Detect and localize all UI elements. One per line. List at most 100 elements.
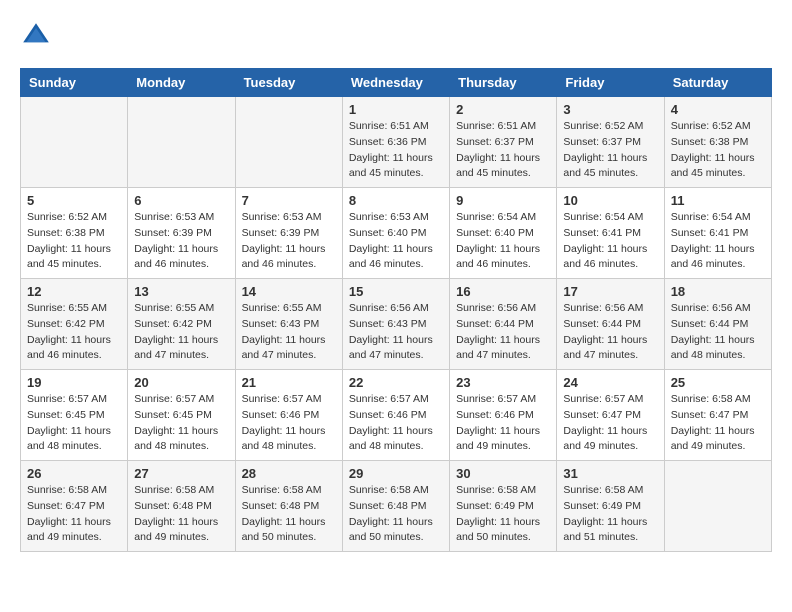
- logo-icon: [20, 20, 52, 52]
- calendar-cell: 28 Sunrise: 6:58 AMSunset: 6:48 PMDayligh…: [235, 461, 342, 552]
- day-info: Sunrise: 6:51 AMSunset: 6:36 PMDaylight:…: [349, 119, 443, 182]
- page-header: [20, 20, 772, 52]
- calendar-cell: 22 Sunrise: 6:57 AMSunset: 6:46 PMDayligh…: [342, 370, 449, 461]
- calendar-header: SundayMondayTuesdayWednesdayThursdayFrid…: [21, 69, 772, 97]
- day-number: 17: [563, 284, 657, 299]
- day-number: 22: [349, 375, 443, 390]
- day-info: Sunrise: 6:57 AMSunset: 6:46 PMDaylight:…: [456, 392, 550, 455]
- day-number: 4: [671, 102, 765, 117]
- day-info: Sunrise: 6:58 AMSunset: 6:47 PMDaylight:…: [671, 392, 765, 455]
- day-number: 19: [27, 375, 121, 390]
- day-info: Sunrise: 6:55 AMSunset: 6:43 PMDaylight:…: [242, 301, 336, 364]
- day-info: Sunrise: 6:54 AMSunset: 6:40 PMDaylight:…: [456, 210, 550, 273]
- day-info: Sunrise: 6:51 AMSunset: 6:37 PMDaylight:…: [456, 119, 550, 182]
- day-info: Sunrise: 6:57 AMSunset: 6:46 PMDaylight:…: [349, 392, 443, 455]
- header-row: SundayMondayTuesdayWednesdayThursdayFrid…: [21, 69, 772, 97]
- calendar-cell: 2Sunrise: 6:51 AMSunset: 6:37 PMDaylight…: [450, 97, 557, 188]
- day-of-week-header: Monday: [128, 69, 235, 97]
- day-number: 3: [563, 102, 657, 117]
- calendar-cell: 10Sunrise: 6:54 AMSunset: 6:41 PMDayligh…: [557, 188, 664, 279]
- day-number: 25: [671, 375, 765, 390]
- calendar-cell: 30 Sunrise: 6:58 AMSunset: 6:49 PMDayligh…: [450, 461, 557, 552]
- calendar-cell: 17 Sunrise: 6:56 AMSunset: 6:44 PMDayligh…: [557, 279, 664, 370]
- day-info: Sunrise: 6:53 AMSunset: 6:39 PMDaylight:…: [242, 210, 336, 273]
- calendar-week-row: 26Sunrise: 6:58 AMSunset: 6:47 PMDayligh…: [21, 461, 772, 552]
- calendar-week-row: 19Sunrise: 6:57 AMSunset: 6:45 PMDayligh…: [21, 370, 772, 461]
- calendar-cell: 1 Sunrise: 6:51 AMSunset: 6:36 PMDaylight…: [342, 97, 449, 188]
- calendar-cell: [664, 461, 771, 552]
- calendar-week-row: 5 Sunrise: 6:52 AMSunset: 6:38 PMDaylight…: [21, 188, 772, 279]
- day-number: 9: [456, 193, 550, 208]
- day-number: 30: [456, 466, 550, 481]
- day-info: Sunrise: 6:58 AMSunset: 6:49 PMDaylight:…: [456, 483, 550, 546]
- calendar-cell: 9 Sunrise: 6:54 AMSunset: 6:40 PMDaylight…: [450, 188, 557, 279]
- day-number: 21: [242, 375, 336, 390]
- day-of-week-header: Saturday: [664, 69, 771, 97]
- calendar-cell: 31 Sunrise: 6:58 AMSunset: 6:49 PMDayligh…: [557, 461, 664, 552]
- calendar-table: SundayMondayTuesdayWednesdayThursdayFrid…: [20, 68, 772, 552]
- calendar-cell: 23 Sunrise: 6:57 AMSunset: 6:46 PMDayligh…: [450, 370, 557, 461]
- day-number: 29: [349, 466, 443, 481]
- day-number: 18: [671, 284, 765, 299]
- day-info: Sunrise: 6:58 AMSunset: 6:48 PMDaylight:…: [134, 483, 228, 546]
- calendar-week-row: 12 Sunrise: 6:55 AMSunset: 6:42 PMDayligh…: [21, 279, 772, 370]
- day-number: 5: [27, 193, 121, 208]
- day-number: 24: [563, 375, 657, 390]
- day-number: 1: [349, 102, 443, 117]
- calendar-cell: 18 Sunrise: 6:56 AMSunset: 6:44 PMDayligh…: [664, 279, 771, 370]
- calendar-cell: 8 Sunrise: 6:53 AMSunset: 6:40 PMDaylight…: [342, 188, 449, 279]
- calendar-cell: 3 Sunrise: 6:52 AMSunset: 6:37 PMDaylight…: [557, 97, 664, 188]
- calendar-cell: 7 Sunrise: 6:53 AMSunset: 6:39 PMDaylight…: [235, 188, 342, 279]
- day-number: 16: [456, 284, 550, 299]
- calendar-cell: 13 Sunrise: 6:55 AMSunset: 6:42 PMDayligh…: [128, 279, 235, 370]
- day-info: Sunrise: 6:58 AMSunset: 6:47 PMDaylight:…: [27, 483, 121, 546]
- day-number: 13: [134, 284, 228, 299]
- calendar-cell: 21Sunrise: 6:57 AMSunset: 6:46 PMDayligh…: [235, 370, 342, 461]
- day-info: Sunrise: 6:58 AMSunset: 6:48 PMDaylight:…: [242, 483, 336, 546]
- logo: [20, 20, 56, 52]
- day-info: Sunrise: 6:56 AMSunset: 6:44 PMDaylight:…: [456, 301, 550, 364]
- calendar-cell: 5 Sunrise: 6:52 AMSunset: 6:38 PMDaylight…: [21, 188, 128, 279]
- calendar-cell: 16 Sunrise: 6:56 AMSunset: 6:44 PMDayligh…: [450, 279, 557, 370]
- day-info: Sunrise: 6:57 AMSunset: 6:47 PMDaylight:…: [563, 392, 657, 455]
- calendar-cell: 19Sunrise: 6:57 AMSunset: 6:45 PMDayligh…: [21, 370, 128, 461]
- day-of-week-header: Sunday: [21, 69, 128, 97]
- day-number: 28: [242, 466, 336, 481]
- calendar-cell: 14 Sunrise: 6:55 AMSunset: 6:43 PMDayligh…: [235, 279, 342, 370]
- calendar-cell: [21, 97, 128, 188]
- day-of-week-header: Thursday: [450, 69, 557, 97]
- day-number: 23: [456, 375, 550, 390]
- day-info: Sunrise: 6:56 AMSunset: 6:44 PMDaylight:…: [563, 301, 657, 364]
- calendar-cell: [235, 97, 342, 188]
- day-info: Sunrise: 6:55 AMSunset: 6:42 PMDaylight:…: [134, 301, 228, 364]
- day-info: Sunrise: 6:58 AMSunset: 6:49 PMDaylight:…: [563, 483, 657, 546]
- calendar-cell: 25 Sunrise: 6:58 AMSunset: 6:47 PMDayligh…: [664, 370, 771, 461]
- calendar-body: 1 Sunrise: 6:51 AMSunset: 6:36 PMDaylight…: [21, 97, 772, 552]
- day-number: 10: [563, 193, 657, 208]
- day-info: Sunrise: 6:56 AMSunset: 6:43 PMDaylight:…: [349, 301, 443, 364]
- day-number: 11: [671, 193, 765, 208]
- day-info: Sunrise: 6:52 AMSunset: 6:37 PMDaylight:…: [563, 119, 657, 182]
- day-of-week-header: Friday: [557, 69, 664, 97]
- day-info: Sunrise: 6:53 AMSunset: 6:40 PMDaylight:…: [349, 210, 443, 273]
- calendar-cell: 15 Sunrise: 6:56 AMSunset: 6:43 PMDayligh…: [342, 279, 449, 370]
- calendar-cell: 24 Sunrise: 6:57 AMSunset: 6:47 PMDayligh…: [557, 370, 664, 461]
- day-number: 20: [134, 375, 228, 390]
- calendar-cell: 12 Sunrise: 6:55 AMSunset: 6:42 PMDayligh…: [21, 279, 128, 370]
- day-number: 12: [27, 284, 121, 299]
- day-number: 6: [134, 193, 228, 208]
- day-number: 27: [134, 466, 228, 481]
- calendar-cell: 26Sunrise: 6:58 AMSunset: 6:47 PMDayligh…: [21, 461, 128, 552]
- calendar-cell: 4Sunrise: 6:52 AMSunset: 6:38 PMDaylight…: [664, 97, 771, 188]
- day-number: 7: [242, 193, 336, 208]
- day-info: Sunrise: 6:52 AMSunset: 6:38 PMDaylight:…: [27, 210, 121, 273]
- day-number: 31: [563, 466, 657, 481]
- day-info: Sunrise: 6:56 AMSunset: 6:44 PMDaylight:…: [671, 301, 765, 364]
- day-info: Sunrise: 6:55 AMSunset: 6:42 PMDaylight:…: [27, 301, 121, 364]
- day-number: 14: [242, 284, 336, 299]
- day-info: Sunrise: 6:58 AMSunset: 6:48 PMDaylight:…: [349, 483, 443, 546]
- day-number: 8: [349, 193, 443, 208]
- calendar-cell: 6Sunrise: 6:53 AMSunset: 6:39 PMDaylight…: [128, 188, 235, 279]
- calendar-cell: 11Sunrise: 6:54 AMSunset: 6:41 PMDayligh…: [664, 188, 771, 279]
- day-number: 15: [349, 284, 443, 299]
